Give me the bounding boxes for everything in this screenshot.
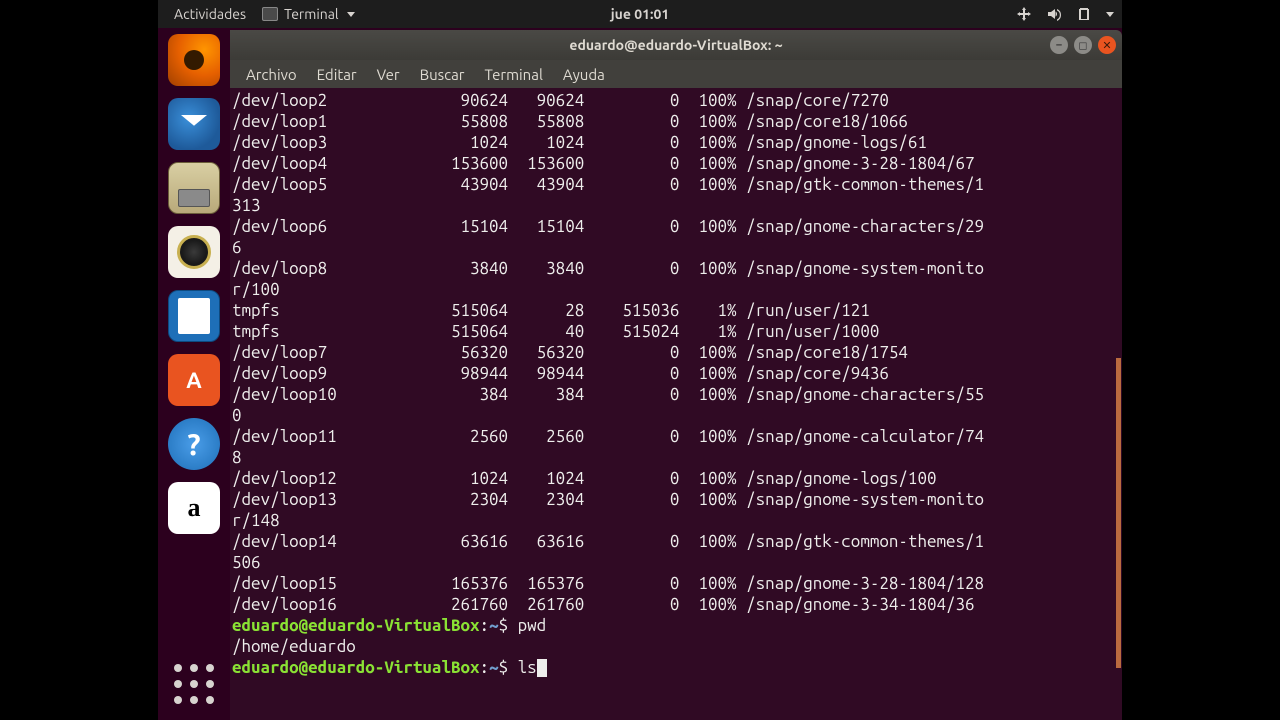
volume-icon [1046, 6, 1062, 22]
menu-ayuda[interactable]: Ayuda [553, 62, 615, 87]
rhythmbox-icon[interactable] [168, 226, 220, 278]
firefox-icon[interactable] [168, 34, 220, 86]
menu-archivo[interactable]: Archivo [236, 62, 307, 87]
activities-button[interactable]: Actividades [174, 6, 246, 22]
network-icon [1016, 6, 1032, 22]
amazon-icon[interactable]: a [168, 482, 220, 534]
menu-terminal[interactable]: Terminal [475, 62, 553, 87]
libreoffice-writer-icon[interactable] [168, 290, 220, 342]
menu-editar[interactable]: Editar [307, 62, 367, 87]
close-button[interactable]: ✕ [1098, 36, 1116, 54]
menu-ver[interactable]: Ver [367, 62, 410, 87]
title-bar[interactable]: eduardo@eduardo-VirtualBox: ~ – ◻ ✕ [230, 30, 1122, 60]
top-bar: Actividades Terminal jue 01:01 [158, 0, 1122, 28]
window-title: eduardo@eduardo-VirtualBox: ~ [569, 37, 782, 53]
window-controls: – ◻ ✕ [1050, 36, 1116, 54]
minimize-button[interactable]: – [1050, 36, 1068, 54]
menu-buscar[interactable]: Buscar [410, 62, 475, 87]
help-icon[interactable]: ? [168, 418, 220, 470]
app-menu-label: Terminal [284, 6, 339, 22]
files-icon[interactable] [168, 162, 220, 214]
show-applications-button[interactable] [174, 664, 214, 704]
system-tray[interactable] [1016, 6, 1114, 22]
thunderbird-icon[interactable] [168, 98, 220, 150]
app-menu[interactable]: Terminal [262, 6, 355, 22]
dock: ? a [158, 28, 230, 720]
ubuntu-software-icon[interactable] [168, 354, 220, 406]
maximize-button[interactable]: ◻ [1074, 36, 1092, 54]
menu-bar: Archivo Editar Ver Buscar Terminal Ayuda [230, 60, 1122, 88]
desktop: Actividades Terminal jue 01:01 ? a eduar… [158, 0, 1122, 720]
chevron-down-icon [347, 12, 355, 17]
battery-icon [1076, 6, 1092, 22]
terminal-window: eduardo@eduardo-VirtualBox: ~ – ◻ ✕ Arch… [230, 30, 1122, 720]
terminal-output[interactable]: /dev/loop2 90624 90624 0 100% /snap/core… [230, 88, 1122, 720]
clock[interactable]: jue 01:01 [611, 6, 670, 22]
chevron-down-icon [1106, 12, 1114, 17]
terminal-icon [262, 7, 278, 21]
